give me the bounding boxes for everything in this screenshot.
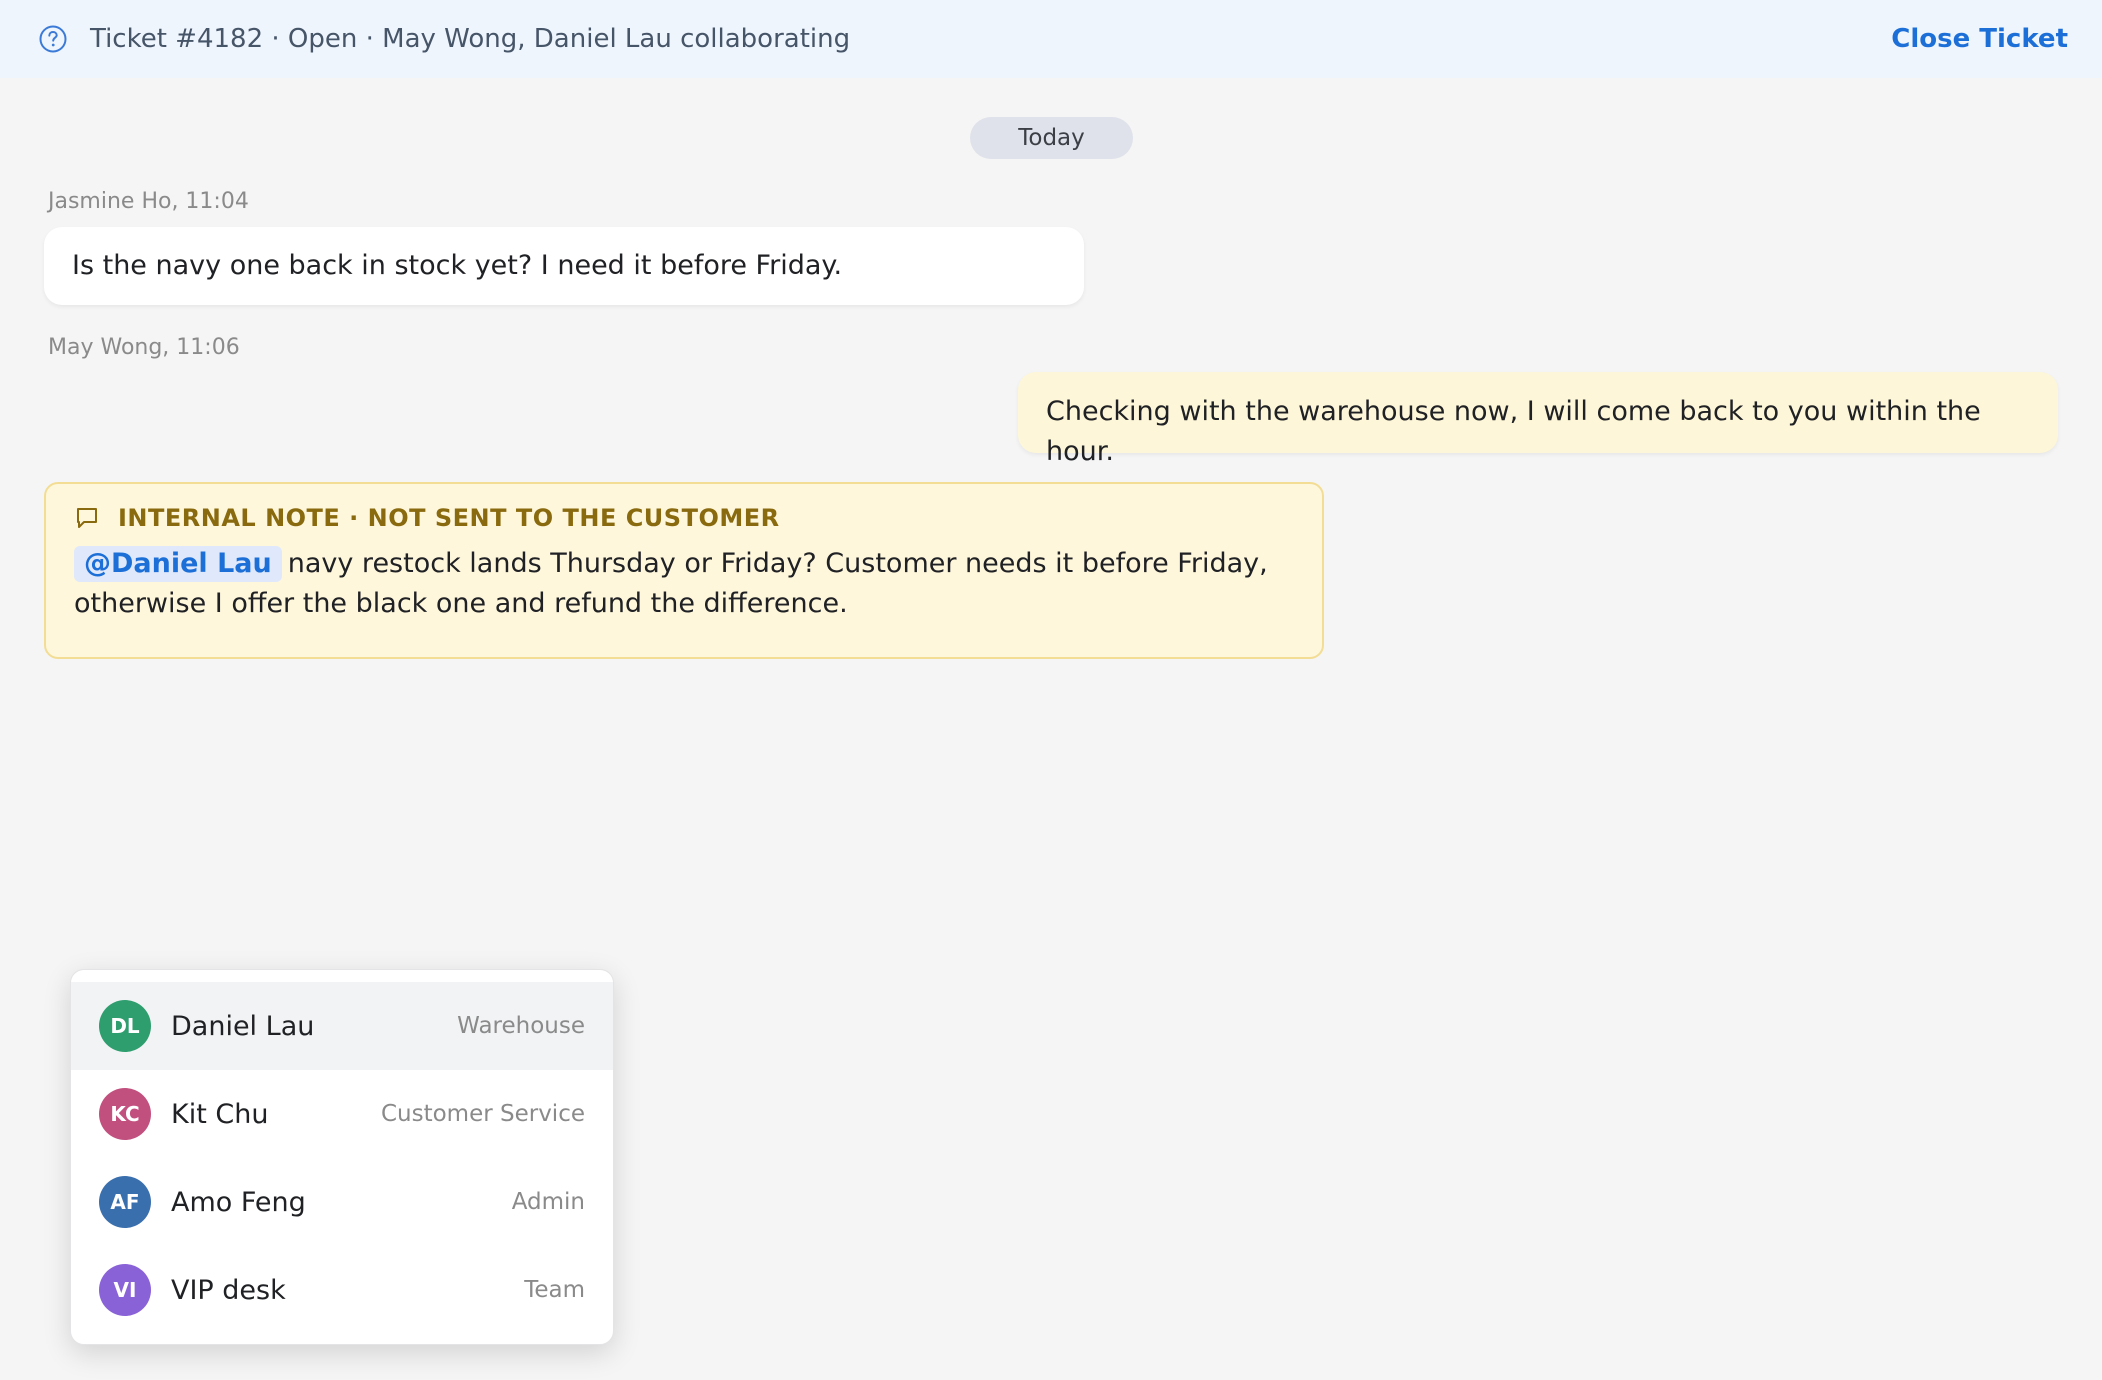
date-separator: Today xyxy=(970,117,1133,159)
mention-option-name: Kit Chu xyxy=(171,1098,269,1130)
internal-note-header: INTERNAL NOTE · NOT SENT TO THE CUSTOMER xyxy=(74,504,1294,532)
outgoing-message-bubble: Checking with the warehouse now, I will … xyxy=(1018,372,2058,467)
message-meta: May Wong, 11:06 xyxy=(48,335,240,360)
close-ticket-button[interactable]: Close Ticket xyxy=(1891,24,2068,54)
incoming-message-bubble: Is the navy one back in stock yet? I nee… xyxy=(44,227,1084,305)
mention-option-role: Customer Service xyxy=(380,1101,585,1127)
help-circle-icon[interactable] xyxy=(38,24,68,54)
message-meta: Jasmine Ho, 11:04 xyxy=(48,189,249,214)
mention-option[interactable]: DL Daniel Lau Warehouse xyxy=(71,982,613,1070)
ticket-title: Ticket #4182 · Open · May Wong, Daniel L… xyxy=(90,24,851,54)
mention-option-name: Daniel Lau xyxy=(171,1010,315,1042)
mention-option-name: Amo Feng xyxy=(171,1186,306,1218)
mention-option[interactable]: VI VIP desk Team xyxy=(71,1246,613,1334)
avatar: KC xyxy=(99,1088,151,1140)
mention-option[interactable]: KC Kit Chu Customer Service xyxy=(71,1070,613,1158)
comment-icon xyxy=(74,505,100,531)
mention-chip[interactable]: @Daniel Lau xyxy=(74,546,282,582)
mention-option-role: Team xyxy=(524,1277,585,1303)
internal-note-body: @Daniel Lau navy restock lands Thursday o… xyxy=(74,544,1294,624)
mention-option-role: Admin xyxy=(511,1189,585,1215)
avatar: AF xyxy=(99,1176,151,1228)
mention-option-name: VIP desk xyxy=(171,1274,286,1306)
avatar: DL xyxy=(99,1000,151,1052)
avatar: VI xyxy=(99,1264,151,1316)
ticket-header: Ticket #4182 · Open · May Wong, Daniel L… xyxy=(0,0,2102,78)
internal-note-heading: INTERNAL NOTE · NOT SENT TO THE CUSTOMER xyxy=(118,504,780,532)
mention-option[interactable]: AF Amo Feng Admin xyxy=(71,1158,613,1246)
mention-dropdown: DL Daniel Lau Warehouse KC Kit Chu Custo… xyxy=(70,969,614,1345)
mention-option-role: Warehouse xyxy=(457,1013,585,1039)
internal-note: INTERNAL NOTE · NOT SENT TO THE CUSTOMER… xyxy=(44,482,1324,659)
